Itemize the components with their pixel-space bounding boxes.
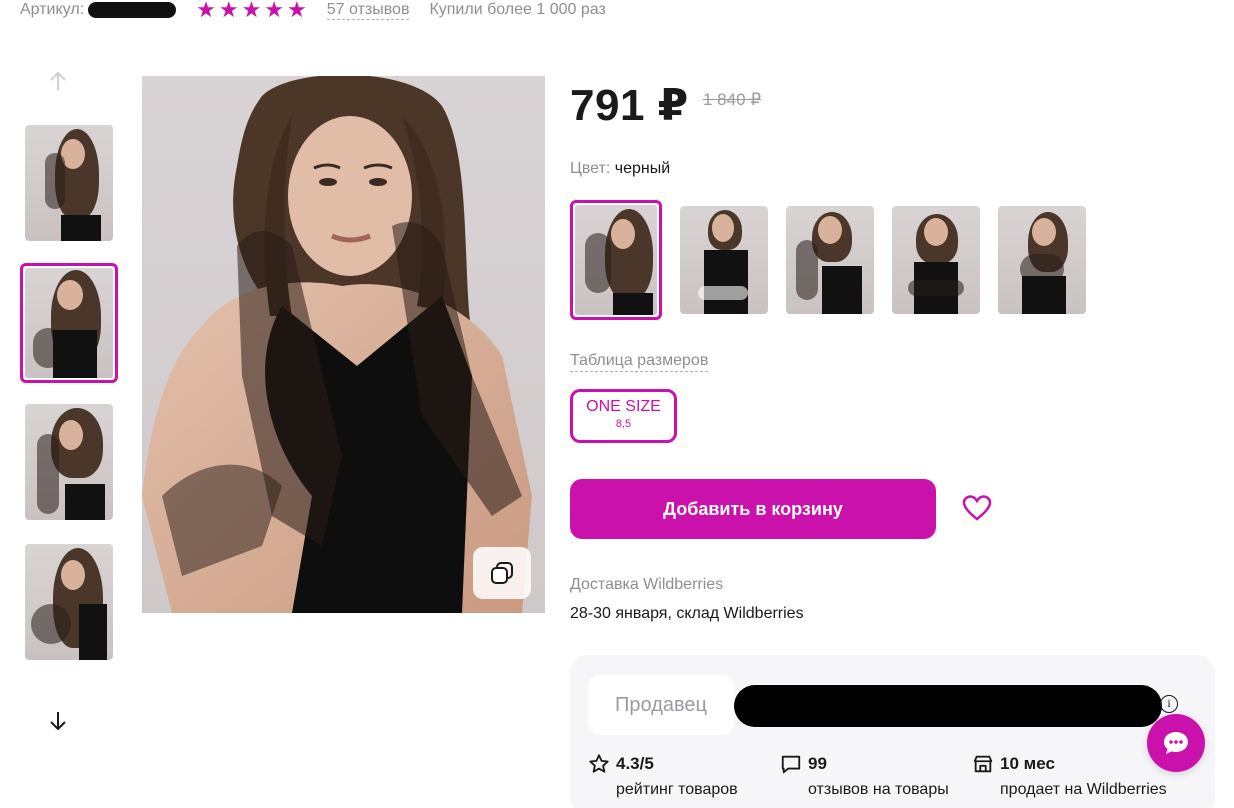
delivery-date: 28-30 января, склад Wildberries	[570, 605, 804, 622]
model-photo-illustration	[142, 76, 532, 613]
chat-icon	[1164, 732, 1188, 754]
seller-tenure-value: 10 мес	[1000, 754, 1055, 773]
favorite-button[interactable]	[960, 492, 994, 524]
add-to-cart-button[interactable]: Добавить в корзину	[570, 479, 936, 539]
sku-redacted	[88, 2, 177, 18]
size-option-one-size[interactable]: ONE SIZE 8,5	[570, 389, 677, 443]
chat-button[interactable]	[1147, 714, 1205, 772]
info-icon[interactable]: i	[1160, 695, 1178, 713]
seller-reviews-caption: отзывов на товары	[808, 781, 949, 798]
heart-icon	[962, 495, 992, 521]
delivery-title: Доставка Wildberries	[570, 576, 724, 593]
arrow-up-icon[interactable]	[48, 70, 68, 98]
color-variant[interactable]	[680, 206, 768, 314]
bought-count: Купили более 1 000 раз	[429, 1, 606, 18]
star-icon: ★	[196, 0, 216, 22]
gallery-thumbnail-selected[interactable]	[20, 263, 118, 383]
store-icon	[973, 755, 993, 773]
seller-reviews-value: 99	[808, 754, 827, 773]
seller-stat-rating: 4.3/5 рейтинг товаров	[588, 753, 738, 799]
color-variants	[570, 200, 1086, 320]
star-icon	[589, 754, 609, 773]
color-value: черный	[614, 160, 671, 177]
star-icon: ★	[287, 0, 307, 22]
color-line: Цвет: черный	[570, 160, 670, 178]
comment-icon	[781, 755, 801, 774]
rating-stars: ★ ★ ★ ★ ★	[196, 0, 307, 22]
gallery-thumbnail[interactable]	[25, 404, 113, 520]
product-meta-bar: Артикул: ★ ★ ★ ★ ★ 57 отзывов Купили бол…	[20, 0, 606, 22]
seller-name-redacted[interactable]	[734, 685, 1162, 727]
gallery-thumbnail[interactable]	[25, 544, 113, 660]
reviews-link[interactable]: 57 отзывов	[326, 1, 410, 20]
star-icon: ★	[241, 0, 262, 22]
star-icon: ★	[264, 0, 285, 22]
seller-label: Продавец	[588, 675, 734, 735]
gallery-thumbnail[interactable]	[25, 125, 113, 241]
star-icon: ★	[218, 0, 239, 22]
size-table-link[interactable]: Таблица размеров	[570, 352, 709, 372]
main-product-photo[interactable]	[142, 76, 545, 613]
sku-label: Артикул:	[20, 1, 85, 18]
seller-stat-tenure: 10 мес продает на Wildberries	[972, 753, 1167, 799]
size-label: ONE SIZE	[586, 398, 661, 415]
seller-stat-reviews: 99 отзывов на товары	[780, 753, 949, 799]
arrow-down-icon[interactable]	[48, 710, 68, 738]
seller-card: Продавец i 4.3/5 рейтинг товаров 99 отзы…	[570, 655, 1215, 808]
color-variant[interactable]	[892, 206, 980, 314]
color-variant[interactable]	[786, 206, 874, 314]
color-label: Цвет:	[570, 160, 611, 177]
size-sublabel: 8,5	[615, 418, 632, 430]
current-price: 791 ₽	[570, 81, 689, 130]
copy-button[interactable]	[473, 547, 531, 599]
color-variant[interactable]	[998, 206, 1086, 314]
color-variant-selected[interactable]	[570, 200, 662, 320]
seller-rating-value: 4.3/5	[616, 754, 654, 773]
seller-rating-caption: рейтинг товаров	[616, 781, 738, 798]
copy-icon	[491, 562, 513, 584]
seller-tenure-caption: продает на Wildberries	[1000, 781, 1167, 798]
old-price: 1 840 ₽	[703, 90, 762, 109]
